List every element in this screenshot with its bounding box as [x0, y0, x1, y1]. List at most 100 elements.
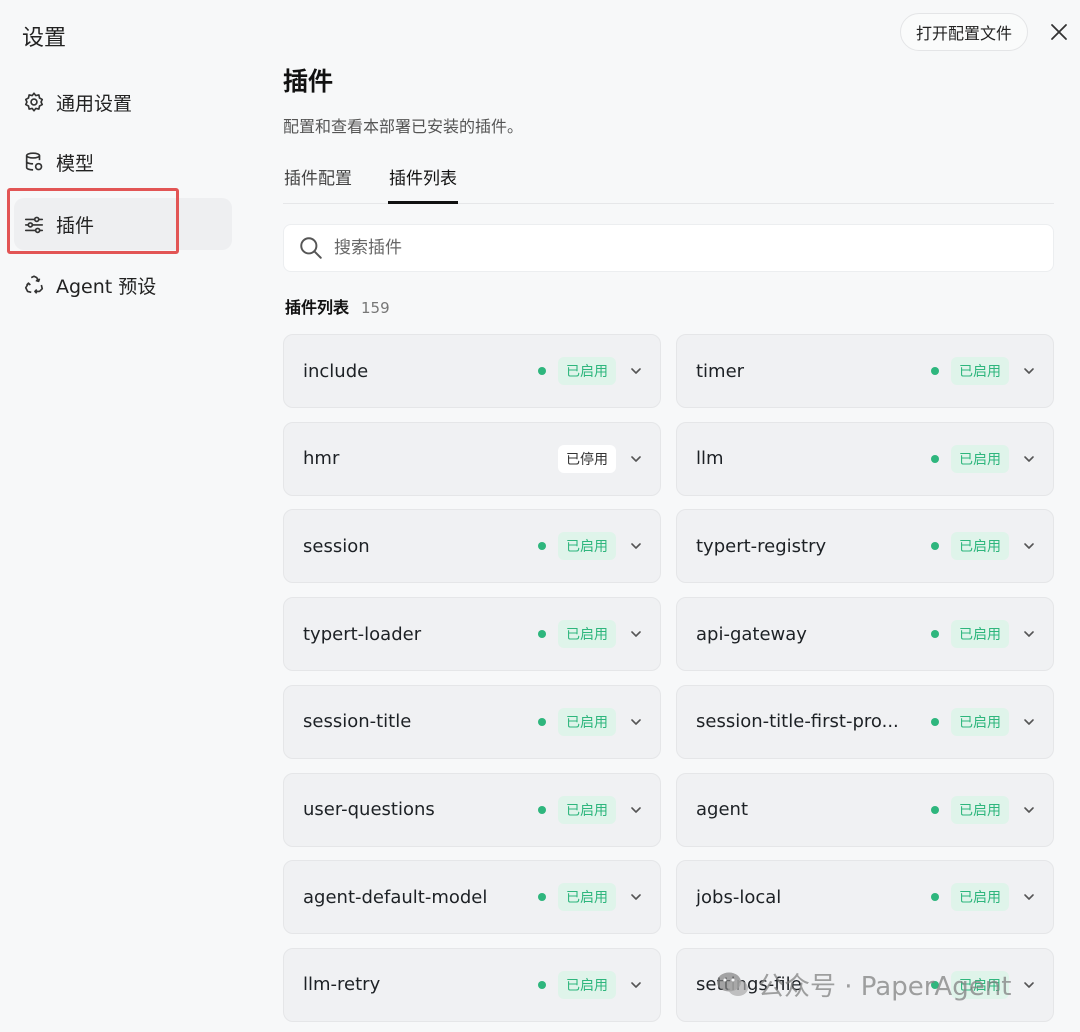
highlight-annotation: [7, 188, 179, 254]
plugin-name: include: [303, 360, 369, 382]
status-dot-icon: [538, 893, 546, 902]
plugin-card[interactable]: agent-default-model 已启用: [283, 860, 661, 935]
status-badge: 已启用: [951, 357, 1009, 385]
status-dot-icon: [931, 367, 939, 375]
plugin-card[interactable]: session-title-first-pro... 已启用: [676, 684, 1054, 759]
plugin-card[interactable]: session 已启用: [283, 509, 661, 584]
status-dot-icon: [538, 717, 546, 726]
plugin-card[interactable]: jobs-local 已启用: [676, 860, 1054, 935]
plugin-name: session-title: [303, 711, 412, 733]
chevron-down-icon[interactable]: [624, 973, 648, 997]
chevron-down-icon[interactable]: [1017, 359, 1041, 383]
status-dot-icon: [931, 630, 939, 639]
status-badge: 已停用: [558, 444, 616, 473]
plugin-name: session-title-first-pro...: [696, 711, 899, 733]
status-dot-icon: [931, 717, 939, 726]
status-badge: 已启用: [951, 444, 1009, 473]
sidebar-item-models[interactable]: 模型: [14, 136, 232, 188]
plugin-name: agent: [696, 799, 748, 820]
page-description: 配置和查看本部署已安装的插件。: [283, 117, 524, 136]
plugin-card[interactable]: api-gateway 已启用: [676, 597, 1054, 672]
plugin-list-heading: 插件列表: [285, 298, 350, 317]
plugin-name: typert-loader: [303, 623, 422, 645]
tab-bar: 插件配置 插件列表: [283, 164, 1054, 204]
wechat-icon: [717, 972, 748, 996]
window-title: 设置: [22, 26, 67, 51]
plugin-card[interactable]: agent 已启用: [676, 772, 1054, 847]
status-badge: 已启用: [951, 707, 1009, 736]
status-dot-icon: [931, 805, 939, 814]
close-button[interactable]: [1046, 19, 1072, 45]
status-dot-icon: [931, 454, 939, 463]
status-dot-icon: [538, 805, 546, 814]
status-badge: 已启用: [558, 357, 616, 385]
search-icon: [300, 237, 322, 259]
plugin-card[interactable]: session-title 已启用: [283, 684, 661, 759]
plugin-card[interactable]: llm 已启用: [676, 421, 1054, 496]
plugin-card[interactable]: timer 已启用: [676, 334, 1054, 408]
recycle-icon: [22, 273, 46, 297]
chevron-down-icon[interactable]: [1017, 622, 1041, 646]
status-badge: 已启用: [951, 620, 1009, 649]
watermark: 公众号 · PaperAgent: [716, 966, 1011, 1003]
chevron-down-icon[interactable]: [1017, 973, 1041, 997]
plugin-name: session: [303, 535, 370, 557]
status-dot-icon: [538, 980, 546, 989]
status-badge: 已启用: [558, 795, 616, 824]
plugin-name: jobs-local: [696, 886, 782, 908]
status-dot-icon: [931, 893, 939, 902]
plugin-name: hmr: [303, 448, 340, 470]
open-config-file-button[interactable]: 打开配置文件: [900, 13, 1028, 51]
chevron-down-icon[interactable]: [624, 447, 648, 471]
status-badge: 已启用: [951, 532, 1009, 561]
plugin-name: llm: [696, 448, 724, 470]
status-badge: 已启用: [558, 620, 616, 649]
status-dot-icon: [538, 367, 546, 375]
chevron-down-icon[interactable]: [1017, 447, 1041, 471]
plugin-list-header: 插件列表 159: [285, 294, 390, 318]
status-badge: 已启用: [951, 795, 1009, 824]
chevron-down-icon[interactable]: [624, 622, 648, 646]
tab-plugin-config[interactable]: 插件配置: [284, 164, 352, 204]
plugin-card[interactable]: include 已启用: [283, 334, 661, 408]
chevron-down-icon[interactable]: [624, 534, 648, 558]
status-badge: 已启用: [558, 970, 616, 999]
plugin-count: 159: [361, 299, 390, 317]
close-icon: [1051, 24, 1067, 40]
chevron-down-icon[interactable]: [624, 798, 648, 822]
plugin-name: typert-registry: [696, 535, 827, 557]
plugin-card[interactable]: typert-registry 已启用: [676, 509, 1054, 584]
chevron-down-icon[interactable]: [624, 359, 648, 383]
chevron-down-icon[interactable]: [624, 885, 648, 909]
watermark-text: 公众号 · PaperAgent: [758, 972, 1012, 1002]
search-box[interactable]: [283, 224, 1054, 272]
plugin-name: api-gateway: [696, 623, 807, 645]
plugin-card[interactable]: user-questions 已启用: [283, 772, 661, 847]
chevron-down-icon[interactable]: [1017, 885, 1041, 909]
sidebar-item-label: 通用设置: [56, 92, 133, 115]
status-badge: 已启用: [951, 883, 1009, 912]
status-badge: 已启用: [558, 883, 616, 912]
chevron-down-icon[interactable]: [624, 710, 648, 734]
sidebar-item-general[interactable]: 通用设置: [14, 76, 232, 128]
chevron-down-icon[interactable]: [1017, 534, 1041, 558]
gear-icon: [22, 90, 46, 114]
sidebar-item-agent-presets[interactable]: Agent 预设: [14, 259, 232, 311]
chevron-down-icon[interactable]: [1017, 710, 1041, 734]
status-dot-icon: [538, 630, 546, 639]
plugin-name: llm-retry: [303, 974, 381, 996]
plugin-card[interactable]: hmr 已停用: [283, 421, 661, 496]
status-badge: 已启用: [558, 707, 616, 736]
sidebar-item-label: Agent 预设: [56, 275, 157, 298]
sidebar-item-label: 模型: [56, 152, 95, 175]
plugin-name: timer: [696, 360, 745, 382]
tab-plugin-list[interactable]: 插件列表: [388, 164, 458, 204]
plugin-name: user-questions: [303, 799, 435, 820]
status-dot-icon: [931, 542, 939, 551]
page-title: 插件: [283, 67, 334, 96]
plugin-card[interactable]: typert-loader 已启用: [283, 597, 661, 672]
chevron-down-icon[interactable]: [1017, 798, 1041, 822]
status-badge: 已启用: [558, 532, 616, 561]
search-input[interactable]: [334, 238, 934, 258]
plugin-card[interactable]: llm-retry 已启用: [283, 947, 661, 1022]
